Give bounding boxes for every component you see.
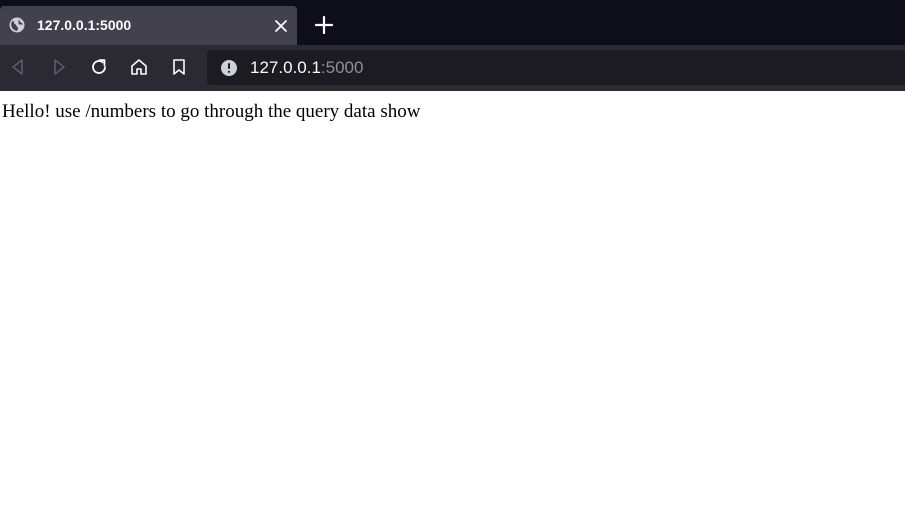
page-content: Hello! use /numbers to go through the qu… [0,91,905,527]
navigation-toolbar: 127.0.0.1:5000 [0,45,905,91]
reload-icon[interactable] [89,57,109,77]
address-bar[interactable]: 127.0.0.1:5000 [207,50,905,85]
tab-title: 127.0.0.1:5000 [37,17,132,33]
browser-chrome: 127.0.0.1:5000 127.0.0.1:5000 [0,0,905,91]
info-icon[interactable] [220,59,238,77]
address-bar-url[interactable]: 127.0.0.1:5000 [250,58,363,78]
url-port: :5000 [320,58,364,77]
tab-strip: 127.0.0.1:5000 [0,0,905,45]
forward-arrow-icon[interactable] [49,57,69,77]
tab-active[interactable]: 127.0.0.1:5000 [0,6,297,45]
close-icon[interactable] [272,17,290,35]
home-icon[interactable] [129,57,149,77]
url-host: 127.0.0.1 [250,58,321,77]
page-body-text: Hello! use /numbers to go through the qu… [2,101,421,122]
bookmark-icon[interactable] [169,57,189,77]
globe-icon [9,17,25,33]
back-arrow-icon[interactable] [8,57,28,77]
plus-icon[interactable] [314,15,334,35]
